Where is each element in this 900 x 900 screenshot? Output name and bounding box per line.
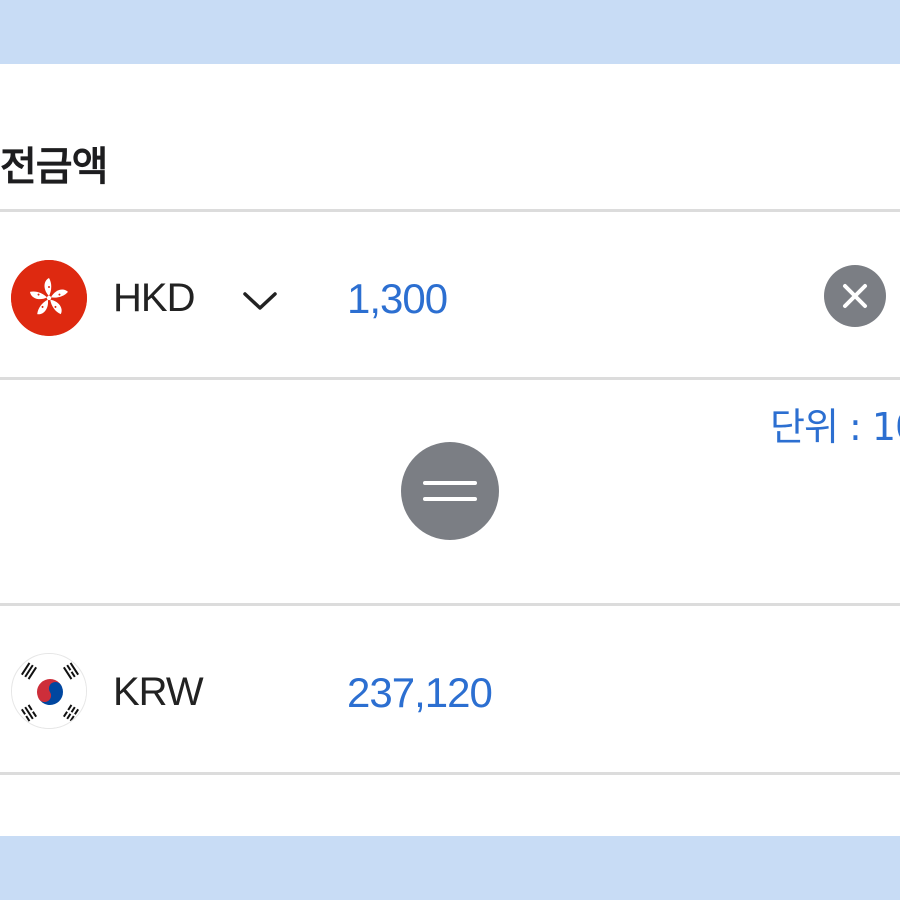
unit-label: 단위 : 10 bbox=[770, 405, 900, 449]
divider bbox=[0, 377, 900, 380]
chevron-down-icon[interactable] bbox=[240, 286, 280, 316]
from-currency-code[interactable]: HKD bbox=[113, 276, 195, 321]
equals-button[interactable] bbox=[401, 442, 499, 540]
from-amount-input[interactable]: 1,300 bbox=[347, 275, 448, 323]
divider bbox=[0, 603, 900, 606]
to-currency-row: KRW 237,120 bbox=[0, 632, 900, 752]
equals-icon bbox=[423, 481, 477, 501]
clear-button[interactable] bbox=[824, 265, 886, 327]
section-title: 전금액 bbox=[0, 144, 108, 190]
to-currency-code[interactable]: KRW bbox=[113, 670, 204, 715]
south-korea-flag-icon[interactable] bbox=[11, 653, 87, 729]
hong-kong-flag-icon[interactable] bbox=[11, 260, 87, 336]
to-amount-value: 237,120 bbox=[347, 669, 493, 716]
divider bbox=[0, 209, 900, 212]
divider bbox=[0, 772, 900, 775]
from-currency-row: HKD 1,300 bbox=[0, 238, 900, 358]
close-icon bbox=[843, 284, 867, 308]
